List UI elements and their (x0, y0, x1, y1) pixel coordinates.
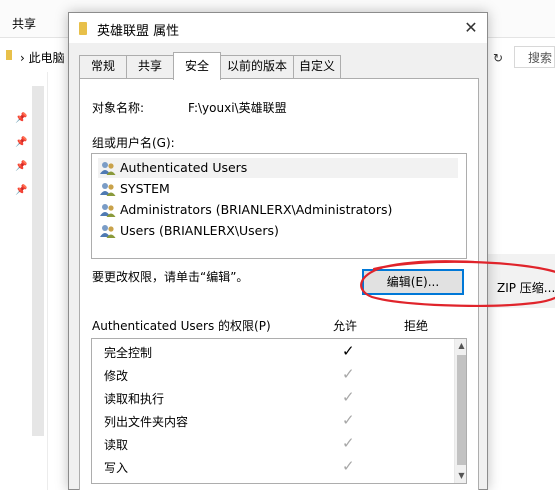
group-users-label: 组或用户名(G): (92, 136, 175, 150)
object-name-value: F:\youxi\英雄联盟 (188, 101, 287, 115)
permissions-list[interactable]: 完全控制 ✓ 修改 ✓ 读取和执行 ✓ 列出文件夹内容 ✓ 读取 ✓ 写入 ✓ (91, 338, 467, 484)
pin-icon: 📌 (15, 161, 28, 172)
user-group-icon (100, 183, 116, 196)
permission-name: 修改 (104, 369, 129, 383)
file-type-zip: ZIP 压缩... (497, 281, 555, 295)
tab-customize[interactable]: 自定义 (293, 55, 341, 78)
search-input[interactable]: 搜索 (528, 49, 552, 66)
allow-column-header: 允许 (333, 319, 358, 333)
address-path-text: 此电脑 (28, 51, 65, 65)
permission-name: 完全控制 (104, 346, 153, 360)
permission-row: 写入 ✓ (92, 456, 450, 479)
nav-scrollbar[interactable] (32, 86, 44, 436)
user-name: Authenticated Users (120, 160, 248, 175)
security-panel: 对象名称: F:\youxi\英雄联盟 组或用户名(G): Authentica… (79, 78, 555, 490)
user-name: SYSTEM (120, 181, 170, 196)
scroll-up-icon[interactable]: ▲ (455, 339, 466, 353)
user-list-item[interactable]: Users (BRIANLERX\Users) (98, 221, 458, 241)
pin-icon: 📌 (15, 137, 28, 148)
permissions-title: Authenticated Users 的权限(P) (92, 319, 271, 333)
tab-sharing[interactable]: 共享 (126, 55, 174, 78)
tab-security[interactable]: 安全 (173, 52, 221, 80)
permission-row: 读取和执行 ✓ (92, 387, 450, 410)
pin-icon: 📌 (15, 113, 28, 124)
user-name: Users (BRIANLERX\Users) (120, 223, 279, 238)
folder-icon (79, 22, 87, 35)
folder-icon (6, 50, 12, 60)
permission-row: 修改 ✓ (92, 364, 450, 387)
scroll-down-icon[interactable]: ▼ (455, 469, 466, 483)
user-list[interactable]: Authenticated Users SYSTEM Administrator… (91, 153, 467, 259)
check-icon: ✓ (342, 411, 355, 429)
properties-dialog: 英雄联盟 属性 ✕ 常规 共享 安全 以前的版本 自定义 对象名称: F:\yo… (68, 12, 555, 490)
address-path[interactable]: › 此电脑 (20, 49, 65, 66)
check-icon: ✓ (342, 365, 355, 383)
edit-button[interactable]: 编辑(E)... (362, 269, 464, 295)
check-icon: ✓ (342, 342, 355, 360)
user-list-item[interactable]: Authenticated Users (98, 158, 458, 178)
permission-row: 列出文件夹内容 ✓ (92, 410, 450, 433)
permission-name: 列出文件夹内容 (104, 415, 189, 429)
ribbon-tab-share[interactable]: 共享 (12, 15, 36, 32)
dialog-title: 英雄联盟 属性 (97, 24, 180, 39)
check-icon: ✓ (342, 457, 355, 475)
close-button[interactable]: ✕ (459, 16, 483, 40)
permissions-scrollbar[interactable]: ▲ ▼ (454, 339, 466, 483)
refresh-icon[interactable]: ↻ (488, 48, 508, 68)
permission-name: 读取 (104, 438, 129, 452)
check-icon: ✓ (342, 388, 355, 406)
user-group-icon (100, 162, 116, 175)
change-permissions-hint: 要更改权限，请单击“编辑”。 (92, 270, 249, 284)
tab-general[interactable]: 常规 (79, 55, 127, 78)
object-name-label: 对象名称: (92, 101, 145, 115)
permission-name: 写入 (104, 461, 129, 475)
user-group-icon (100, 225, 116, 238)
deny-column-header: 拒绝 (404, 319, 429, 333)
pin-icon: 📌 (15, 185, 28, 196)
user-name: Administrators (BRIANLERX\Administrators… (120, 202, 393, 217)
user-list-item[interactable]: Administrators (BRIANLERX\Administrators… (98, 200, 458, 220)
close-icon: ✕ (464, 18, 478, 37)
scrollbar-thumb[interactable] (457, 355, 466, 465)
user-list-item[interactable]: SYSTEM (98, 179, 458, 199)
title-bar[interactable]: 英雄联盟 属性 ✕ (69, 13, 487, 43)
permission-row: 完全控制 ✓ (92, 341, 450, 364)
user-group-icon (100, 204, 116, 217)
tab-previous-versions[interactable]: 以前的版本 (220, 55, 294, 78)
permission-name: 读取和执行 (104, 392, 165, 406)
permission-row: 读取 ✓ (92, 433, 450, 456)
check-icon: ✓ (342, 434, 355, 452)
